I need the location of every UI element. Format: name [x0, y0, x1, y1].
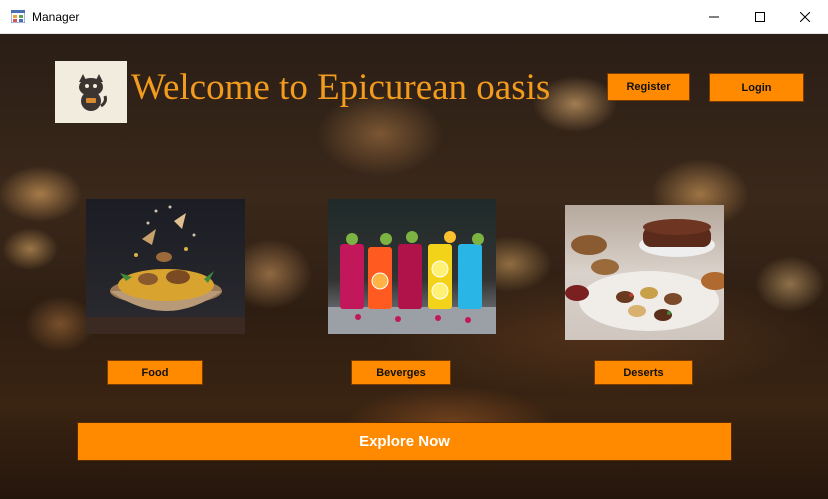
title-bar: Manager	[0, 0, 828, 34]
cat-icon	[55, 61, 127, 123]
register-button[interactable]: Register	[607, 73, 690, 101]
minimize-button[interactable]	[691, 0, 737, 33]
main-panel: Welcome to Epicurean oasis Register Logi…	[0, 34, 828, 499]
explore-now-button[interactable]: Explore Now	[77, 422, 732, 461]
app-window-icon	[10, 9, 26, 24]
welcome-title: Welcome to Epicurean oasis	[131, 67, 551, 108]
close-button[interactable]	[782, 0, 828, 33]
beverages-button[interactable]: Beverges	[351, 360, 451, 385]
login-button[interactable]: Login	[709, 73, 804, 102]
desserts-button[interactable]: Deserts	[594, 360, 693, 385]
maximize-button[interactable]	[737, 0, 783, 33]
window-title: Manager	[32, 10, 80, 24]
food-bowl-image[interactable]	[86, 199, 245, 334]
drinks-glasses-image[interactable]	[328, 199, 496, 334]
dessert-platter-image[interactable]	[565, 205, 724, 340]
food-button[interactable]: Food	[107, 360, 203, 385]
app-window: Manager Welcome to Epicurean oasis Regis…	[0, 0, 828, 499]
